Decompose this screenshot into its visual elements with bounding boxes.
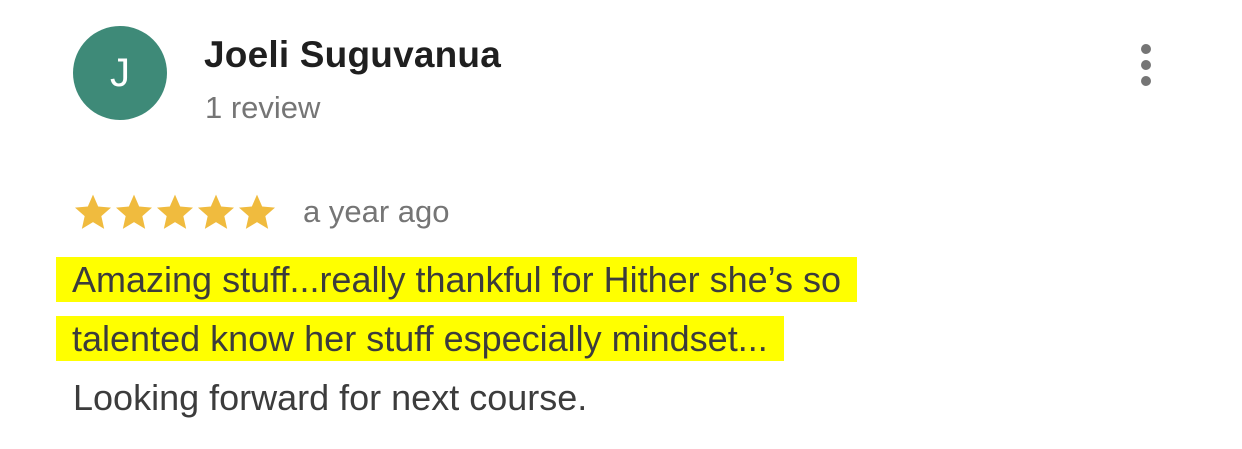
more-options-button[interactable] (1128, 40, 1164, 90)
review-time: a year ago (303, 194, 450, 229)
review-text-line: Looking forward for next course. (73, 376, 588, 418)
avatar[interactable]: J (73, 26, 167, 120)
review-line: Looking forward for next course. (56, 368, 1156, 427)
highlighted-text: Amazing stuff...really thankful for Hith… (56, 257, 858, 302)
star-icon (239, 194, 275, 229)
star-icon (75, 194, 111, 229)
review-line: talented know her stuff especially minds… (56, 309, 1156, 368)
more-vert-icon-dot (1141, 76, 1151, 86)
review-count[interactable]: 1 review (205, 90, 320, 126)
review-line: Amazing stuff...really thankful for Hith… (56, 250, 1156, 309)
more-vert-icon (1141, 44, 1151, 54)
star-icon (198, 194, 234, 229)
star-icon (116, 194, 152, 229)
avatar-initial: J (110, 50, 130, 95)
more-vert-icon-dot (1141, 60, 1151, 70)
review-text: Amazing stuff...really thankful for Hith… (56, 250, 1156, 427)
highlighted-text: talented know her stuff especially minds… (56, 316, 784, 361)
star-icon (157, 194, 193, 229)
reviewer-name[interactable]: Joeli Suguvanua (204, 34, 501, 76)
star-rating (73, 188, 278, 236)
